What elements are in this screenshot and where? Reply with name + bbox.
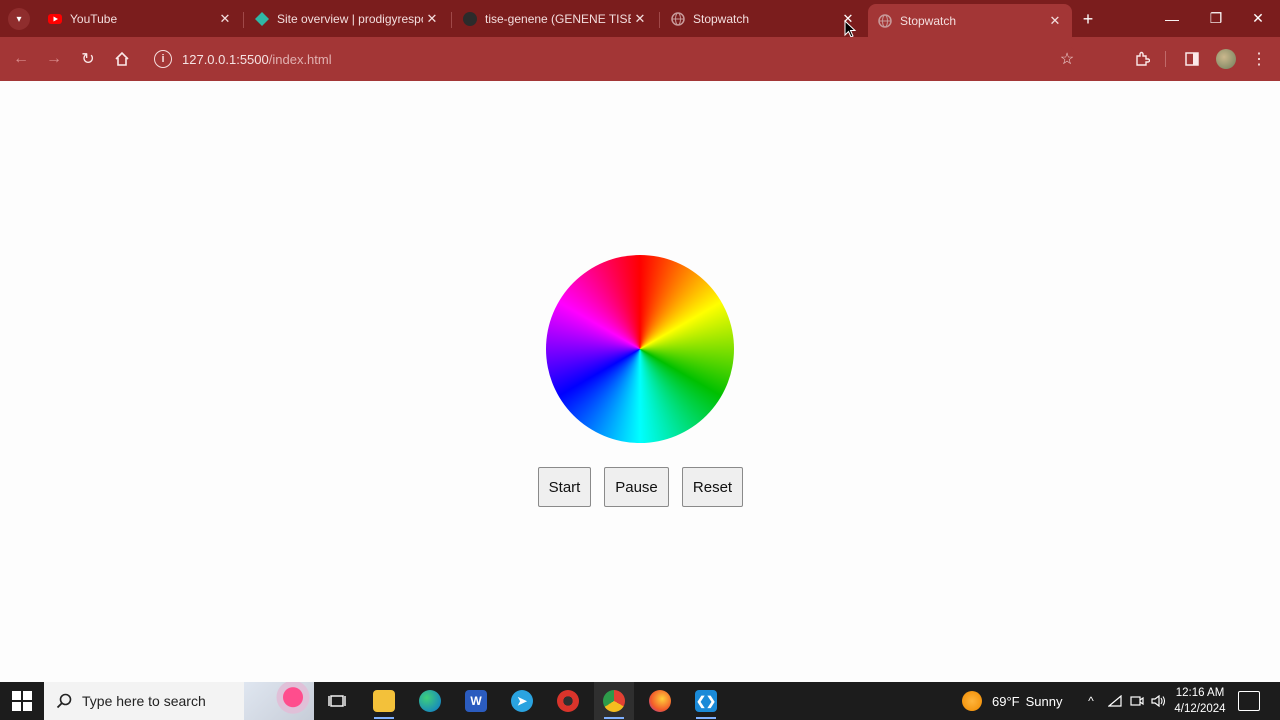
tab-youtube[interactable]: YouTube ✕ <box>38 4 242 34</box>
puzzle-icon <box>1136 51 1150 66</box>
chevron-up-icon[interactable]: ^ <box>1080 682 1102 720</box>
running-indicator <box>374 717 394 719</box>
word-button[interactable]: W <box>456 682 496 720</box>
youtube-icon <box>48 14 62 24</box>
taskbar-search[interactable]: Type here to search <box>44 682 314 720</box>
tab-title: Stopwatch <box>693 12 750 26</box>
meet-now-icon[interactable] <box>1126 682 1148 720</box>
weather-widget[interactable]: 69°F Sunny <box>962 682 1062 720</box>
url-path: /index.html <box>268 51 332 67</box>
clock-date: 4/12/2024 <box>1174 703 1226 715</box>
clock-time: 12:16 AM <box>1175 687 1225 699</box>
reset-button[interactable]: Reset <box>682 467 743 507</box>
tab-github[interactable]: tise-genene (GENENE TISE) ✕ <box>453 4 657 34</box>
profile-avatar[interactable] <box>1214 47 1238 71</box>
vscode-button[interactable]: ❮❯ <box>686 682 726 720</box>
home-icon <box>115 51 129 66</box>
chrome-button[interactable] <box>594 682 634 720</box>
side-panel-button[interactable] <box>1180 47 1204 71</box>
tab-search-button[interactable]: ▾ <box>8 8 30 30</box>
extensions-button[interactable] <box>1130 47 1154 71</box>
tab-title: Stopwatch <box>900 13 957 28</box>
weather-temp: 69°F <box>992 693 1020 709</box>
toolbar-divider <box>1165 51 1166 67</box>
restore-button[interactable]: ❐ <box>1194 0 1238 37</box>
browser-toolbar: ← → ↻ i 127.0.0.1:5500/index.html ☆ ⋮ <box>0 37 1280 81</box>
vscode-icon: ❮❯ <box>695 690 717 712</box>
forward-button[interactable]: → <box>42 47 66 71</box>
pause-button[interactable]: Pause <box>604 467 669 507</box>
browser-tab-strip: ▾ YouTube ✕ Site overview | prodigyrespo… <box>0 0 1280 38</box>
url-text: 127.0.0.1:5500/index.html <box>182 52 332 67</box>
menu-button[interactable]: ⋮ <box>1247 47 1271 71</box>
running-indicator <box>604 717 624 719</box>
tab-divider <box>451 12 452 28</box>
file-explorer-button[interactable] <box>364 682 404 720</box>
edge-icon <box>419 690 441 712</box>
word-icon: W <box>465 690 487 712</box>
tab-title: YouTube <box>70 12 118 26</box>
close-icon[interactable]: ✕ <box>631 10 649 28</box>
search-placeholder: Type here to search <box>82 693 206 709</box>
start-button[interactable]: Start <box>538 467 591 507</box>
chrome-icon <box>603 690 625 712</box>
site-info-icon[interactable]: i <box>154 50 172 68</box>
close-icon[interactable]: ✕ <box>423 10 441 28</box>
address-bar[interactable]: i 127.0.0.1:5500/index.html ☆ <box>146 42 1076 76</box>
app-button[interactable] <box>548 682 588 720</box>
back-button[interactable]: ← <box>9 47 33 71</box>
home-button[interactable] <box>110 47 134 71</box>
search-icon <box>56 693 72 709</box>
color-wheel-image <box>546 255 734 443</box>
tab-stopwatch-active[interactable]: Stopwatch ✕ <box>868 4 1072 37</box>
avatar-icon <box>1216 49 1236 69</box>
folder-icon <box>373 690 395 712</box>
side-panel-icon <box>1185 52 1199 66</box>
windows-taskbar: Type here to search W ➤ ❮❯ 69°F Sunny ^ <box>0 682 1280 720</box>
globe-icon <box>671 12 685 26</box>
github-icon <box>463 12 477 26</box>
firefox-icon <box>649 690 671 712</box>
telegram-button[interactable]: ➤ <box>502 682 542 720</box>
windows-start-icon[interactable] <box>12 691 32 711</box>
globe-icon <box>878 13 892 28</box>
netlify-icon <box>255 12 269 26</box>
window-close-button[interactable]: ✕ <box>1236 0 1280 37</box>
close-icon[interactable]: ✕ <box>216 10 234 28</box>
url-host: 127.0.0.1:5500 <box>182 51 269 67</box>
telegram-icon: ➤ <box>511 690 533 712</box>
tab-site-overview[interactable]: Site overview | prodigyresponsive ✕ <box>245 4 449 34</box>
edge-button[interactable] <box>410 682 450 720</box>
notification-center-icon[interactable] <box>1238 691 1260 711</box>
weather-condition: Sunny <box>1025 693 1063 709</box>
page-content: Start Pause Reset <box>0 81 1280 682</box>
new-tab-button[interactable]: + <box>1077 8 1099 30</box>
tab-title: Site overview | prodigyresponsive <box>277 12 423 26</box>
close-icon[interactable]: ✕ <box>1046 12 1064 30</box>
reload-button[interactable]: ↻ <box>76 47 100 71</box>
bookmark-star-icon[interactable]: ☆ <box>1058 50 1076 68</box>
firefox-button[interactable] <box>640 682 680 720</box>
app-icon <box>557 690 579 712</box>
tab-title: tise-genene (GENENE TISE) <box>485 12 631 26</box>
volume-icon[interactable] <box>1148 682 1170 720</box>
tab-stopwatch[interactable]: Stopwatch ✕ <box>661 4 865 34</box>
network-icon[interactable] <box>1104 682 1126 720</box>
minimize-button[interactable]: — <box>1150 0 1194 37</box>
tab-divider <box>659 12 660 28</box>
tab-divider <box>243 12 244 28</box>
sun-icon <box>962 691 982 711</box>
search-highlight-image <box>244 682 314 720</box>
task-view-button[interactable] <box>317 682 357 720</box>
task-view-icon <box>328 695 346 707</box>
system-clock[interactable]: 12:16 AM 4/12/2024 <box>1170 685 1230 717</box>
running-indicator <box>696 717 716 719</box>
